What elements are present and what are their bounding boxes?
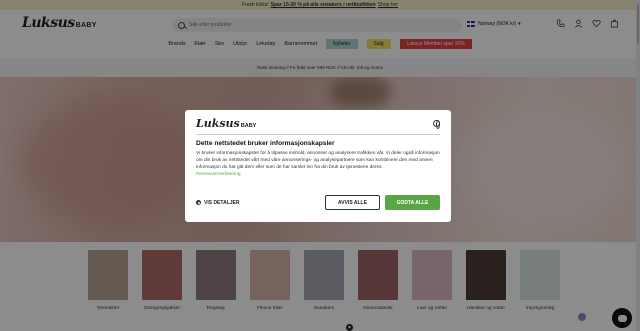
modal-logo: Luksus BABY [196,117,440,130]
modal-title: Dette nettstedet bruker informasjonskaps… [196,140,335,147]
cookie-consent-dialog: Luksus BABY Dette nettstedet bruker info… [185,110,451,222]
modal-divider [196,134,440,135]
gear-icon [196,200,201,205]
close-icon[interactable]: × [346,324,353,331]
reject-all-button[interactable]: AVVIS ALLE [325,195,380,210]
show-details-label: VIS DETALJER [204,199,240,206]
privacy-policy-link[interactable]: Personvernerklæring [196,172,440,177]
modal-actions: VIS DETALJER AVVIS ALLE GODTA ALLE [196,195,440,210]
accept-all-button[interactable]: GODTA ALLE [385,195,440,210]
modal-body: Vi bruker informasjonskapsler for å tilp… [196,151,440,170]
modal-logo-script: Luksus [196,117,240,130]
show-details-button[interactable]: VIS DETALJER [196,200,239,206]
globe-icon[interactable] [433,120,440,129]
modal-logo-baby: BABY [240,123,257,129]
